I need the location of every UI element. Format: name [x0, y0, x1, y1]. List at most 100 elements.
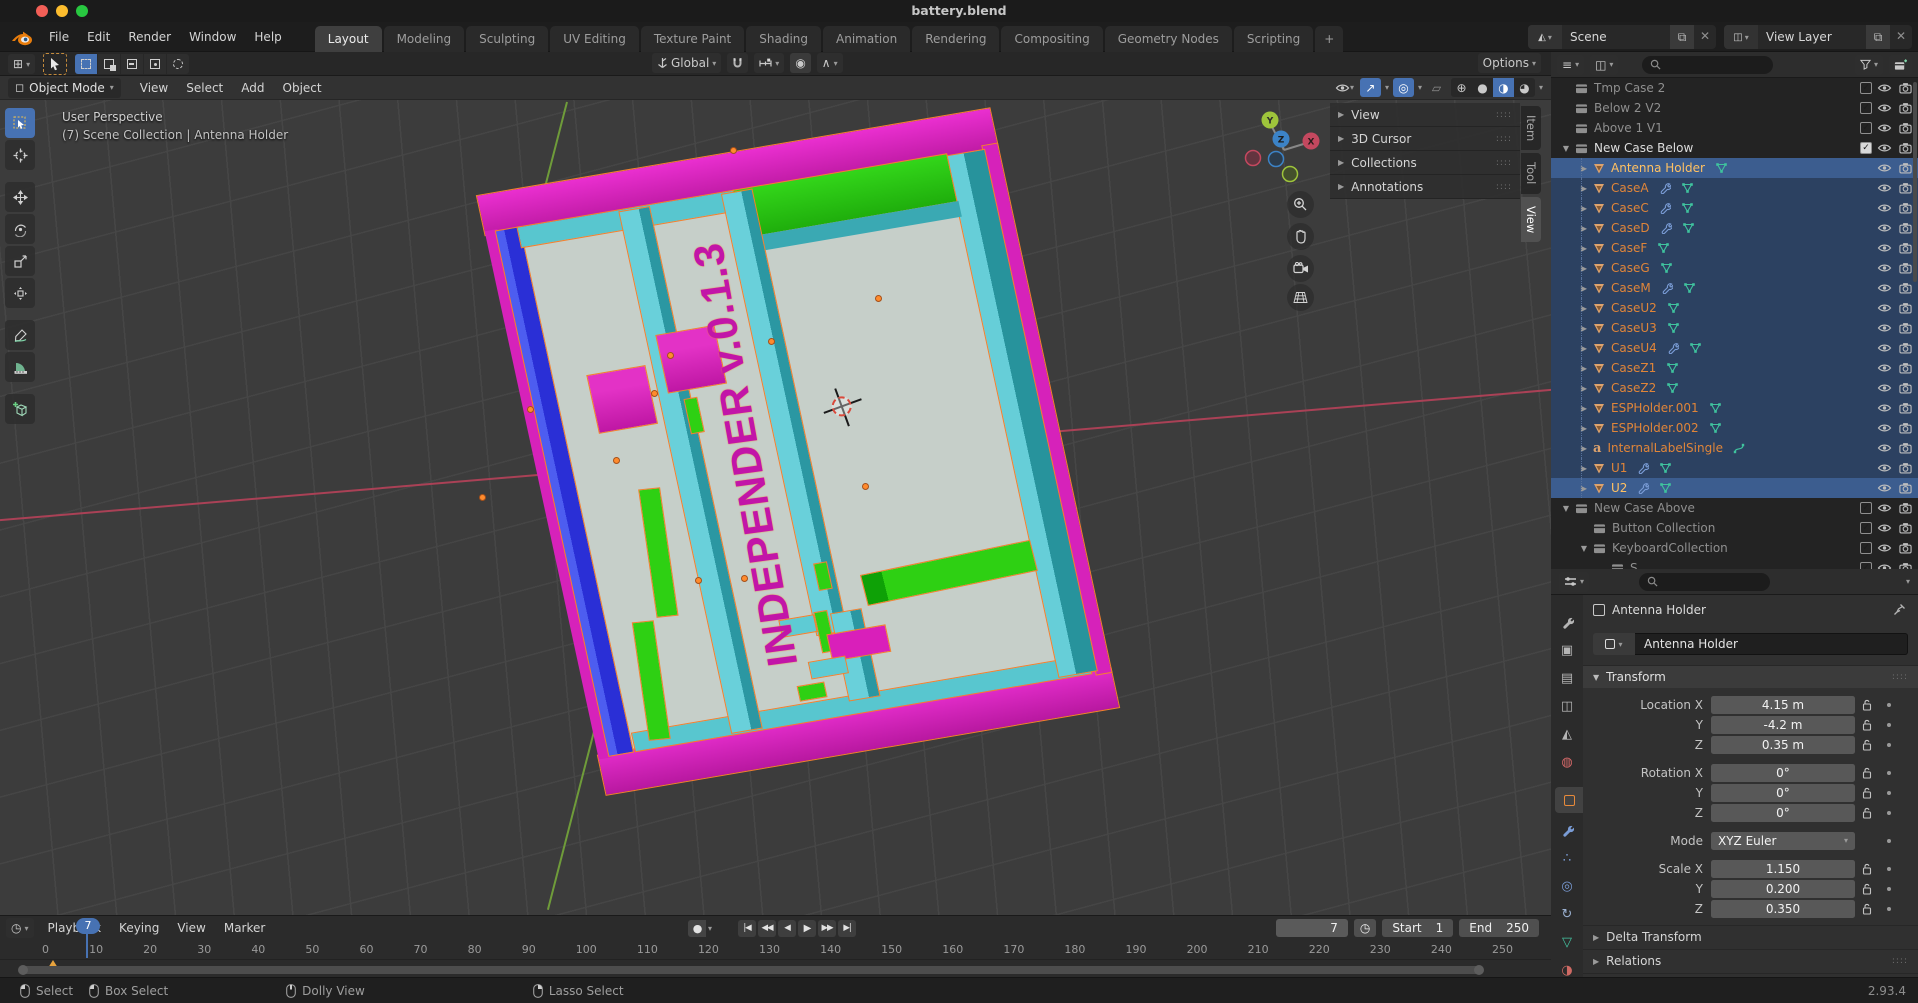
workspace-tab[interactable]: Shading [746, 25, 821, 52]
hide-eye-icon[interactable] [1876, 343, 1893, 353]
properties-search[interactable] [1639, 572, 1771, 591]
outliner-row[interactable]: ▶ ▼ a U2 [1551, 478, 1918, 498]
sidebar-section[interactable]: ▶ View :::: [1330, 103, 1520, 127]
field-value[interactable]: -4.2 m [1711, 715, 1855, 734]
animate-dot[interactable] [1887, 790, 1891, 795]
camera-view-button[interactable] [1287, 255, 1314, 282]
lock-icon[interactable] [1855, 739, 1879, 751]
collapse-icon[interactable]: ▶ [1579, 304, 1589, 313]
tab-material[interactable]: ◑ [1551, 957, 1583, 978]
select-mode-intersect[interactable] [167, 54, 190, 74]
outliner-row[interactable]: ▶ ▼ a New Case Below [1551, 138, 1918, 158]
expand-icon[interactable]: ▼ [1561, 504, 1571, 513]
collapse-icon[interactable]: ▶ [1579, 404, 1589, 413]
lock-icon[interactable] [1855, 903, 1879, 915]
xray-toggle[interactable]: ▱ [1426, 78, 1447, 97]
render-camera-icon[interactable] [1897, 302, 1914, 314]
lock-icon[interactable] [1855, 719, 1879, 731]
play-reverse-button[interactable]: ◀ [778, 919, 797, 937]
end-frame-field[interactable]: End 250 [1459, 919, 1539, 937]
viewport-menu-item[interactable]: Add [232, 73, 273, 103]
gizmos-toggle[interactable]: ↗ [1359, 78, 1381, 97]
animate-dot[interactable] [1887, 770, 1891, 775]
jump-to-start-button[interactable]: |◀ [738, 919, 757, 937]
hide-eye-icon[interactable] [1876, 163, 1893, 173]
viewport-menu-item[interactable]: Object [274, 73, 331, 103]
rotation-mode-dropdown[interactable]: XYZ Euler ▾ [1711, 831, 1855, 850]
tool-options-dropdown[interactable]: ⊞ ▾ [8, 54, 36, 74]
hide-eye-icon[interactable] [1876, 183, 1893, 193]
hide-eye-icon[interactable] [1876, 103, 1893, 113]
collapse-icon[interactable]: ▶ [1579, 164, 1589, 173]
render-camera-icon[interactable] [1897, 562, 1914, 569]
hide-eye-icon[interactable] [1876, 123, 1893, 133]
section-delta-transform[interactable]: ▶ Delta Transform [1583, 925, 1918, 948]
lock-icon[interactable] [1855, 883, 1879, 895]
menu-item[interactable]: Window [180, 22, 245, 52]
animate-dot[interactable] [1887, 722, 1891, 727]
outliner-row[interactable]: ▶ ▼ a S [1551, 558, 1918, 569]
collapse-icon[interactable]: ▶ [1579, 384, 1589, 393]
outliner-row[interactable]: ▶ ▼ a CaseF [1551, 238, 1918, 258]
collection-checkbox[interactable]: ✓ [1860, 142, 1872, 154]
scene-selector[interactable]: ◭ ▾ Scene ⧉ ✕ [1528, 25, 1716, 49]
render-camera-icon[interactable] [1897, 82, 1914, 94]
shading-wireframe-button[interactable]: ⊕ [1451, 78, 1472, 97]
render-camera-icon[interactable] [1897, 122, 1914, 134]
render-camera-icon[interactable] [1897, 522, 1914, 534]
object-visibility-dropdown[interactable]: ▾ [1333, 78, 1356, 97]
pin-icon[interactable] [1893, 603, 1906, 616]
lock-icon[interactable] [1855, 787, 1879, 799]
gizmo-z-neg-axis[interactable] [1267, 150, 1285, 168]
render-camera-icon[interactable] [1897, 202, 1914, 214]
lock-icon[interactable] [1855, 863, 1879, 875]
tab-render[interactable]: ▣ [1551, 637, 1583, 663]
render-camera-icon[interactable] [1897, 382, 1914, 394]
tool-add-cube[interactable] [5, 394, 35, 424]
object-id-dropdown[interactable]: ▾ [1593, 633, 1635, 655]
field-value[interactable]: 1.150 [1711, 859, 1855, 878]
outliner-scrollbar[interactable] [1913, 82, 1917, 282]
navigation-gizmo[interactable]: Y Z X [1240, 102, 1326, 188]
outliner-search[interactable] [1642, 55, 1774, 74]
hide-eye-icon[interactable] [1876, 283, 1893, 293]
tool-measure[interactable] [5, 352, 35, 382]
expand-icon[interactable]: ▼ [1561, 144, 1571, 153]
hide-eye-icon[interactable] [1876, 303, 1893, 313]
hide-eye-icon[interactable] [1876, 363, 1893, 373]
viewport-3d[interactable]: INDEPENDER v.0.1.3 User Perspective (7) … [0, 100, 1551, 915]
collapse-icon[interactable]: ▶ [1579, 264, 1589, 273]
tab-view-layer[interactable]: ◫ [1551, 693, 1583, 719]
proportional-falloff-dropdown[interactable]: ∧ ▾ [816, 53, 843, 73]
lock-icon[interactable] [1855, 767, 1879, 779]
animate-dot[interactable] [1887, 886, 1891, 891]
overlays-dropdown[interactable]: ▾ [1418, 83, 1422, 92]
sidebar-section[interactable]: ▶ Annotations :::: [1330, 175, 1520, 199]
collection-checkbox[interactable]: ✓ [1860, 522, 1872, 534]
workspace-tab[interactable]: Sculpting [466, 25, 549, 52]
render-camera-icon[interactable] [1897, 542, 1914, 554]
hide-eye-icon[interactable] [1876, 223, 1893, 233]
play-button[interactable]: ▶ [798, 919, 817, 937]
animate-dot[interactable] [1887, 702, 1891, 707]
menu-item[interactable]: Render [119, 22, 180, 52]
menu-item[interactable]: Edit [78, 22, 119, 52]
unlink-scene-button[interactable]: ✕ [1694, 25, 1716, 49]
collapse-icon[interactable]: ▶ [1579, 464, 1589, 473]
sidebar-section[interactable]: ▶ 3D Cursor :::: [1330, 127, 1520, 151]
sidebar-tab[interactable]: Item [1521, 106, 1541, 151]
new-scene-button[interactable]: ⧉ [1670, 25, 1694, 49]
render-camera-icon[interactable] [1897, 362, 1914, 374]
collection-checkbox[interactable]: ✓ [1860, 82, 1872, 94]
outliner-row[interactable]: ▶ ▼ a CaseZ2 [1551, 378, 1918, 398]
workspace-tab[interactable]: + [1315, 25, 1344, 52]
shading-rendered-button[interactable]: ◕ [1514, 78, 1535, 97]
collapse-icon[interactable]: ▶ [1579, 184, 1589, 193]
model-case[interactable]: INDEPENDER v.0.1.3 [475, 105, 1121, 798]
pan-view-button[interactable] [1287, 223, 1314, 250]
viewport-menu-item[interactable]: Select [177, 73, 232, 103]
breadcrumb-object-name[interactable]: Antenna Holder [1612, 603, 1706, 617]
hide-eye-icon[interactable] [1876, 263, 1893, 273]
timeline-scrollbar[interactable] [18, 965, 1484, 975]
outliner-row[interactable]: ▶ ▼ a Above 1 V1 [1551, 118, 1918, 138]
